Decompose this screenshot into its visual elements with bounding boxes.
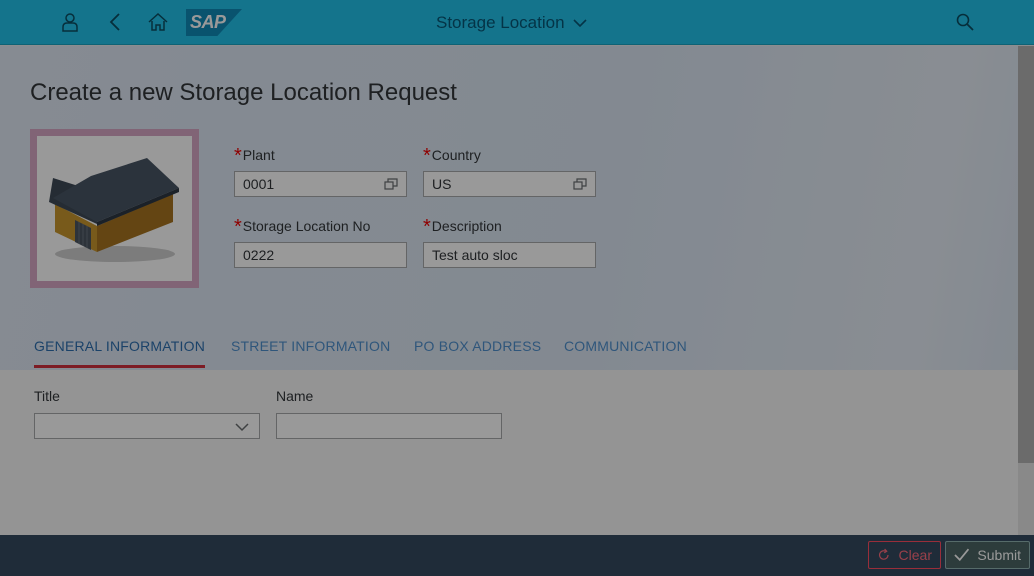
busy-overlay <box>0 0 1034 576</box>
